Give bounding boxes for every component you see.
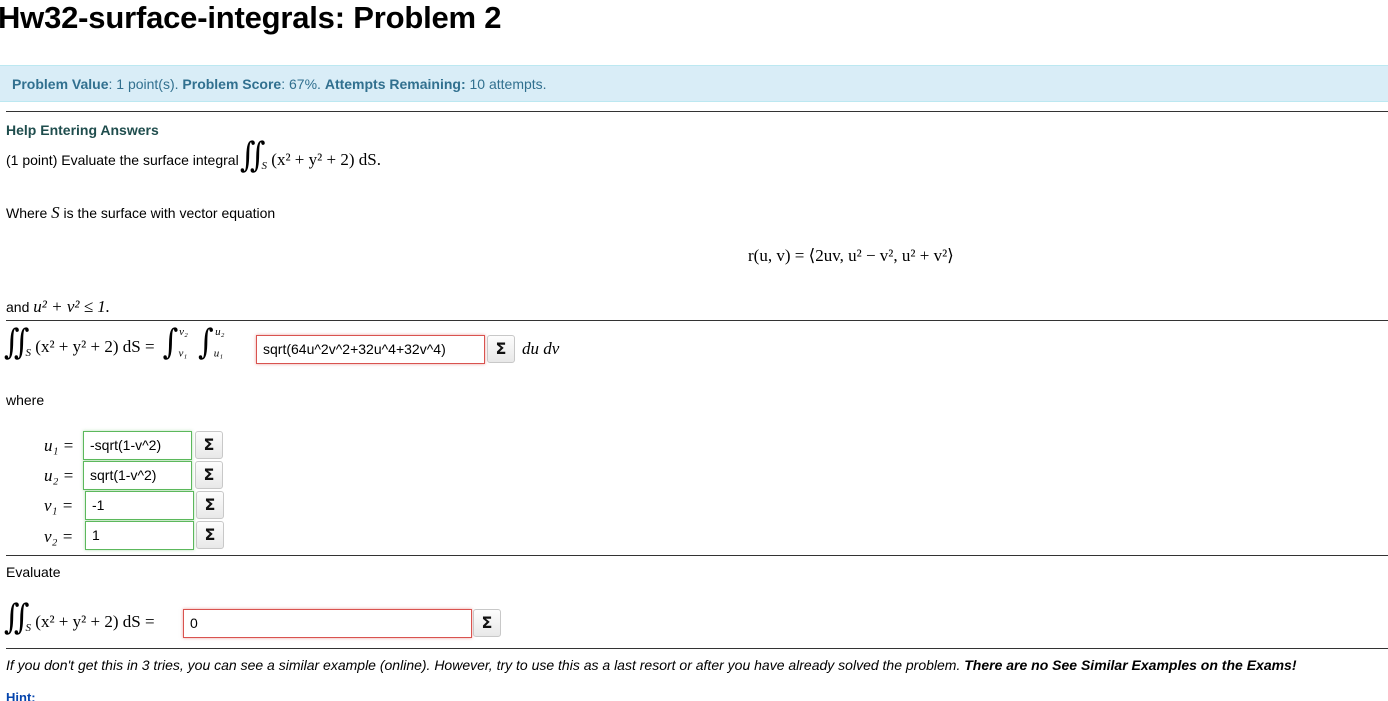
help-entering-answers-link[interactable]: Help Entering Answers: [6, 122, 159, 138]
problem-score-bar: Problem Value: 1 point(s). Problem Score…: [0, 65, 1388, 102]
page-title: Hw32-surface-integrals: Problem 2: [0, 0, 502, 35]
iterated-integral-expression: ∬S (x² + y² + 2) dS = ∫v₁v₂ ∫u₁u₂: [4, 322, 225, 363]
problem-score-text: : 67%.: [281, 76, 321, 92]
similar-example-note: If you don't get this in 3 tries, you ca…: [6, 657, 1297, 673]
v2-label: v₂ =: [44, 527, 74, 546]
problem-page: Hw32-surface-integrals: Problem 2 Proble…: [0, 0, 1388, 701]
divider: [6, 111, 1388, 112]
u1-answer-input[interactable]: -sqrt(1-v^2): [83, 431, 192, 460]
v1-label: v₁ =: [44, 496, 74, 515]
problem-intro: (1 point) Evaluate the surface integral: [6, 152, 239, 168]
sigma-icon[interactable]: Σ: [196, 491, 224, 519]
evaluate-label: Evaluate: [6, 564, 61, 580]
sigma-icon[interactable]: Σ: [487, 335, 515, 363]
integrand-answer-input[interactable]: sqrt(64u^2v^2+32u^4+32v^4): [256, 335, 485, 364]
v2-answer-input[interactable]: 1: [85, 521, 194, 550]
v1-answer-input[interactable]: -1: [85, 491, 194, 520]
hint-link[interactable]: Hint:: [6, 690, 36, 701]
divider: [6, 320, 1388, 321]
sigma-icon[interactable]: Σ: [196, 521, 224, 549]
problem-score-label: Problem Score: [182, 76, 282, 92]
surface-integral-expression: ∬S (x² + y² + 2) dS.: [240, 135, 381, 176]
vector-equation: r(u, v) = ⟨2uv, u² − v², u² + v²⟩: [748, 246, 954, 265]
final-answer-input[interactable]: 0: [183, 609, 472, 638]
where-label: where: [6, 392, 45, 408]
constraint-line: and u² + v² ≤ 1.: [6, 297, 111, 316]
problem-value-text: : 1 point(s).: [108, 76, 179, 92]
sigma-icon[interactable]: Σ: [473, 609, 501, 637]
attempts-remaining-label: Attempts Remaining:: [324, 76, 466, 92]
surface-description: Where S is the surface with vector equat…: [6, 203, 276, 222]
sigma-icon[interactable]: Σ: [195, 431, 223, 459]
divider: [6, 648, 1388, 649]
double-integral-symbol: ∬: [240, 135, 266, 176]
integrand-expression: (x² + y² + 2) dS: [271, 150, 377, 169]
u1-label: u₁ =: [44, 436, 75, 455]
attempts-remaining-text: 10 attempts.: [469, 76, 547, 92]
u2-label: u₂ =: [44, 466, 75, 485]
sigma-icon[interactable]: Σ: [195, 461, 223, 489]
divider: [6, 555, 1388, 556]
u2-answer-input[interactable]: sqrt(1-v^2): [83, 461, 192, 490]
du-dv-label: du dv: [522, 339, 560, 358]
problem-value-label: Problem Value: [12, 76, 109, 92]
final-integral-expression: ∬S (x² + y² + 2) dS =: [4, 597, 155, 638]
